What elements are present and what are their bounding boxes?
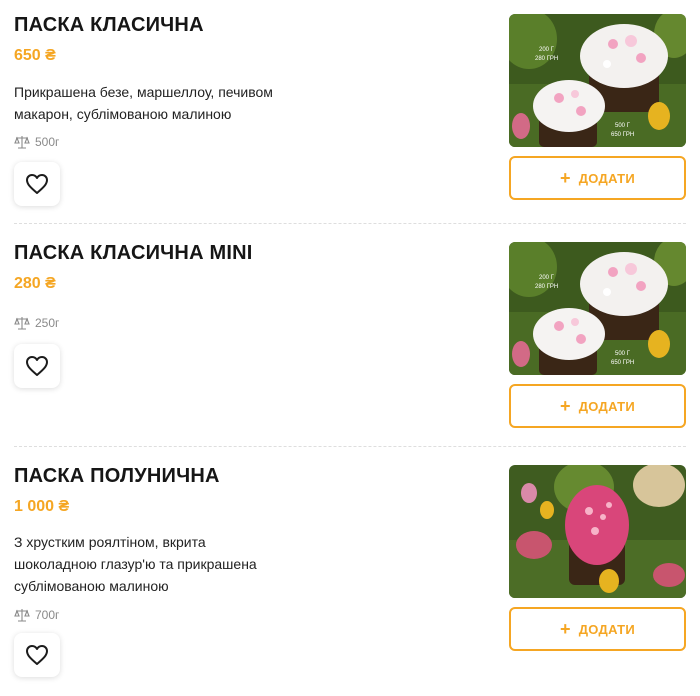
heart-icon <box>26 174 48 194</box>
add-button-label: ДОДАТИ <box>578 621 636 637</box>
product-title: ПАСКА КЛАСИЧНА <box>14 14 204 36</box>
product-title: ПАСКА ПОЛУНИЧНА <box>14 465 220 487</box>
scales-icon <box>14 609 30 622</box>
product-price: 1 000 ₴ <box>14 498 70 515</box>
add-to-cart-button[interactable]: + ДОДАТИ <box>509 156 686 200</box>
scales-icon <box>14 136 30 149</box>
divider <box>14 446 686 447</box>
photo-label: 200 Г <box>539 47 555 53</box>
product-weight: 250г <box>14 316 59 330</box>
weight-value: 500г <box>35 135 60 149</box>
photo-label: 200 Г <box>539 275 555 281</box>
plus-icon: + <box>559 619 571 639</box>
product-price: 280 ₴ <box>14 275 56 292</box>
product-weight: 500г <box>14 135 59 149</box>
photo-label: 280 ГРН <box>535 284 558 290</box>
favorite-button[interactable] <box>14 633 60 677</box>
divider <box>14 223 686 224</box>
weight-value: 700г <box>35 608 60 622</box>
product-weight: 700г <box>14 608 59 622</box>
photo-label: 650 ГРН <box>611 360 634 366</box>
product-description: Прикрашена безе, маршеллоу, печивом мака… <box>14 81 314 125</box>
photo-label: 280 ГРН <box>535 56 558 62</box>
weight-value: 250г <box>35 316 60 330</box>
plus-icon: + <box>559 168 571 188</box>
heart-icon <box>26 645 48 665</box>
product-price: 650 ₴ <box>14 47 56 64</box>
description-line: сублімованою малиною <box>14 578 169 594</box>
description-line: Прикрашена безе, маршеллоу, печивом <box>14 84 273 100</box>
description-line: шоколадною глазур'ю та прикрашена <box>14 556 257 572</box>
product-card: ПАСКА ПОЛУНИЧНА 1 000 ₴ З хрустким роялт… <box>14 465 686 680</box>
add-button-label: ДОДАТИ <box>578 170 636 186</box>
description-line: макарон, сублімованою малиною <box>14 106 232 122</box>
favorite-button[interactable] <box>14 344 60 388</box>
photo-label: 650 ГРН <box>611 132 634 138</box>
heart-icon <box>26 356 48 376</box>
product-card: ПАСКА КЛАСИЧНА 650 ₴ Прикрашена безе, ма… <box>14 14 686 214</box>
product-description: З хрустким роялтіном, вкрита шоколадною … <box>14 531 314 597</box>
product-title: ПАСКА КЛАСИЧНА MINI <box>14 242 253 264</box>
favorite-button[interactable] <box>14 162 60 206</box>
scales-icon <box>14 317 30 330</box>
product-card: ПАСКА КЛАСИЧНА MINI 280 ₴ 250г 200 Г 280… <box>14 242 686 442</box>
photo-label: 500 Г <box>615 351 631 357</box>
add-to-cart-button[interactable]: + ДОДАТИ <box>509 607 686 651</box>
product-photo[interactable] <box>509 465 686 598</box>
plus-icon: + <box>559 396 571 416</box>
product-photo[interactable]: 200 Г 280 ГРН 500 Г 650 ГРН <box>509 14 686 147</box>
description-line: З хрустким роялтіном, вкрита <box>14 534 206 550</box>
photo-label: 500 Г <box>615 123 631 129</box>
add-button-label: ДОДАТИ <box>578 398 636 414</box>
add-to-cart-button[interactable]: + ДОДАТИ <box>509 384 686 428</box>
product-photo[interactable]: 200 Г 280 ГРН 500 Г 650 ГРН <box>509 242 686 375</box>
